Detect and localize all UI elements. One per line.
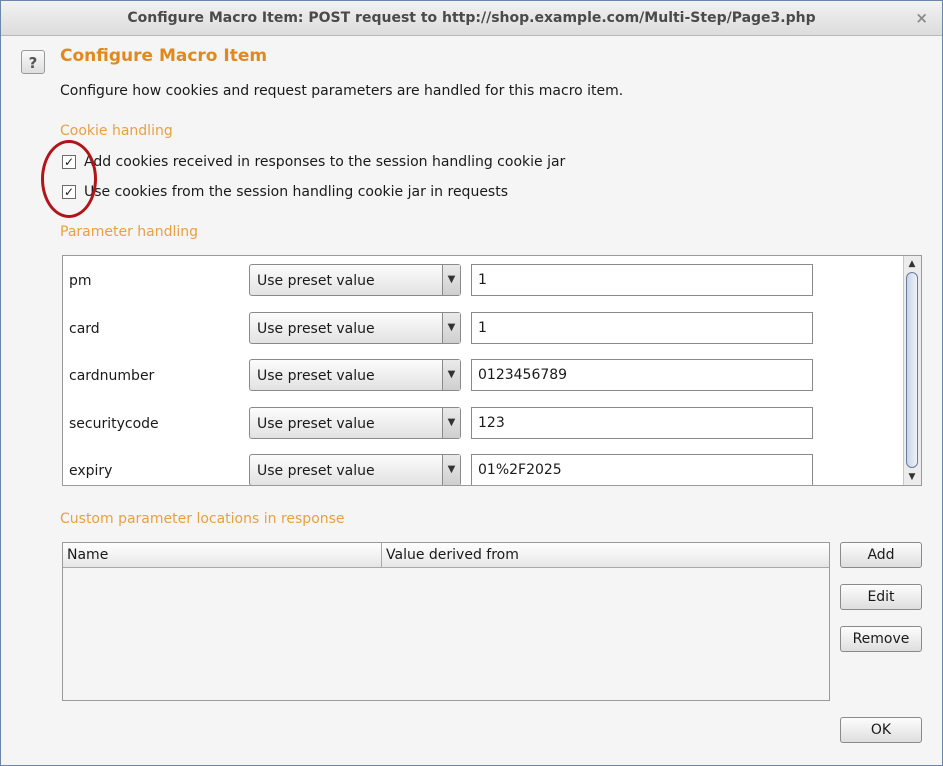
add-cookies-label: Add cookies received in responses to the… bbox=[84, 154, 566, 170]
parameter-row-securitycode: securitycode Use preset value ▼ 123 bbox=[63, 407, 903, 441]
parameter-value-field[interactable]: 1 bbox=[471, 312, 813, 344]
add-cookies-option[interactable]: ✓ Add cookies received in responses to t… bbox=[62, 153, 565, 171]
add-button[interactable]: Add bbox=[840, 542, 922, 568]
annotation-circle bbox=[41, 140, 97, 218]
parameter-list-scrollbar[interactable]: ▲ ▼ bbox=[903, 256, 921, 485]
use-cookies-label: Use cookies from the session handling co… bbox=[84, 184, 509, 200]
parameter-row-card: card Use preset value ▼ 1 bbox=[63, 312, 903, 346]
chevron-down-icon[interactable]: ▼ bbox=[442, 265, 460, 295]
ok-button[interactable]: OK bbox=[840, 717, 922, 743]
remove-button[interactable]: Remove bbox=[840, 626, 922, 652]
add-cookies-checkbox[interactable]: ✓ bbox=[62, 155, 76, 169]
scroll-down-icon[interactable]: ▼ bbox=[904, 470, 920, 484]
parameter-mode-dropdown[interactable]: Use preset value ▼ bbox=[249, 407, 461, 439]
chevron-down-icon[interactable]: ▼ bbox=[442, 360, 460, 390]
parameter-handling-label: Parameter handling bbox=[60, 224, 199, 240]
chevron-down-icon[interactable]: ▼ bbox=[442, 455, 460, 485]
parameter-name: pm bbox=[69, 273, 92, 289]
chevron-down-icon[interactable]: ▼ bbox=[442, 313, 460, 343]
parameter-mode-dropdown[interactable]: Use preset value ▼ bbox=[249, 454, 461, 485]
close-icon[interactable]: × bbox=[915, 1, 928, 35]
parameter-mode-dropdown[interactable]: Use preset value ▼ bbox=[249, 312, 461, 344]
parameter-row-expiry: expiry Use preset value ▼ 01%2F2025 bbox=[63, 454, 903, 485]
table-header: Name Value derived from bbox=[63, 543, 829, 568]
window-title: Configure Macro Item: POST request to ht… bbox=[127, 10, 816, 26]
scrollbar-thumb[interactable] bbox=[906, 272, 918, 468]
page-description: Configure how cookies and request parame… bbox=[60, 83, 624, 99]
parameter-value-field[interactable]: 123 bbox=[471, 407, 813, 439]
use-cookies-checkbox[interactable]: ✓ bbox=[62, 185, 76, 199]
column-header-name[interactable]: Name bbox=[63, 543, 382, 567]
parameter-list: pm Use preset value ▼ 1 card Use preset … bbox=[62, 255, 922, 486]
help-icon[interactable]: ? bbox=[21, 50, 45, 74]
parameter-name: expiry bbox=[69, 463, 113, 479]
parameter-value-field[interactable]: 0123456789 bbox=[471, 359, 813, 391]
parameter-mode-value: Use preset value bbox=[257, 463, 375, 479]
parameter-name: cardnumber bbox=[69, 368, 155, 384]
parameter-row-cardnumber: cardnumber Use preset value ▼ 0123456789 bbox=[63, 359, 903, 393]
chevron-down-icon[interactable]: ▼ bbox=[442, 408, 460, 438]
custom-locations-table[interactable]: Name Value derived from bbox=[62, 542, 830, 701]
edit-button[interactable]: Edit bbox=[840, 584, 922, 610]
parameter-mode-dropdown[interactable]: Use preset value ▼ bbox=[249, 264, 461, 296]
scroll-up-icon[interactable]: ▲ bbox=[904, 257, 920, 271]
parameter-mode-dropdown[interactable]: Use preset value ▼ bbox=[249, 359, 461, 391]
cookie-handling-label: Cookie handling bbox=[60, 123, 173, 139]
custom-locations-label: Custom parameter locations in response bbox=[60, 511, 345, 527]
use-cookies-option[interactable]: ✓ Use cookies from the session handling … bbox=[62, 183, 508, 201]
parameter-name: card bbox=[69, 321, 100, 337]
parameter-mode-value: Use preset value bbox=[257, 416, 375, 432]
configure-macro-item-dialog: Configure Macro Item: POST request to ht… bbox=[0, 0, 943, 766]
parameter-name: securitycode bbox=[69, 416, 159, 432]
parameter-value-field[interactable]: 1 bbox=[471, 264, 813, 296]
parameter-value-field[interactable]: 01%2F2025 bbox=[471, 454, 813, 485]
column-header-value-derived-from[interactable]: Value derived from bbox=[382, 543, 828, 567]
title-bar[interactable]: Configure Macro Item: POST request to ht… bbox=[1, 1, 942, 36]
parameter-mode-value: Use preset value bbox=[257, 273, 375, 289]
parameter-mode-value: Use preset value bbox=[257, 368, 375, 384]
page-title: Configure Macro Item bbox=[60, 46, 268, 66]
parameter-mode-value: Use preset value bbox=[257, 321, 375, 337]
parameter-row-pm: pm Use preset value ▼ 1 bbox=[63, 264, 903, 298]
